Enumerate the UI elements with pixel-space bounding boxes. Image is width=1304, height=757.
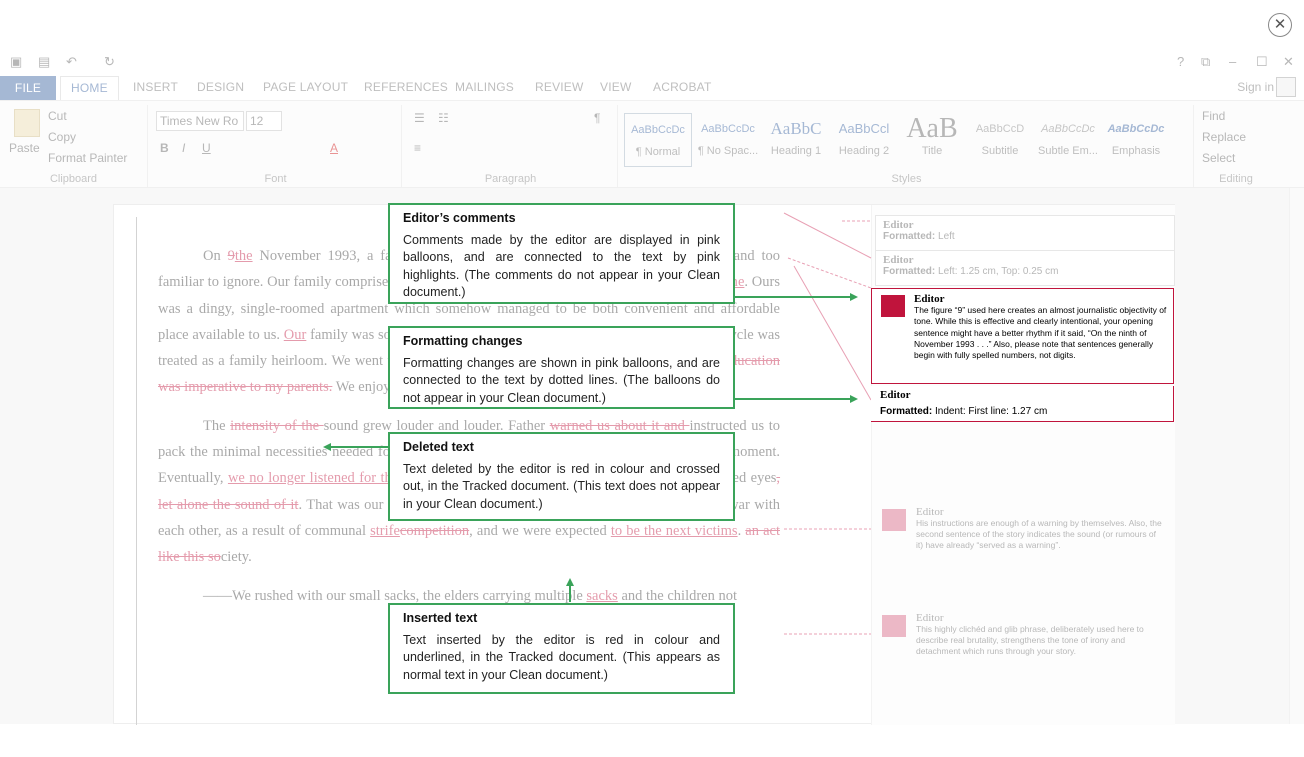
callout-editors-comments: Editor’s comments Comments made by the e… bbox=[388, 203, 735, 304]
callout-inserted-text-body: Text inserted by the editor is red in co… bbox=[403, 633, 720, 682]
callout-deleted-text-title: Deleted text bbox=[403, 440, 474, 454]
callout-inserted-text-title: Inserted text bbox=[403, 611, 478, 625]
callout-deleted-text: Deleted text Text deleted by the editor … bbox=[388, 432, 735, 521]
callout-editors-comments-body: Comments made by the editor are displaye… bbox=[403, 233, 720, 299]
callout-editors-comments-title: Editor’s comments bbox=[403, 211, 516, 225]
callout-formatting-changes-body: Formatting changes are shown in pink bal… bbox=[403, 356, 720, 405]
callout-formatting-changes: Formatting changes Formatting changes ar… bbox=[388, 326, 735, 409]
callout-formatting-changes-title: Formatting changes bbox=[403, 334, 523, 348]
callout-inserted-text: Inserted text Text inserted by the edito… bbox=[388, 603, 735, 694]
callout-deleted-text-body: Text deleted by the editor is red in col… bbox=[403, 462, 720, 511]
